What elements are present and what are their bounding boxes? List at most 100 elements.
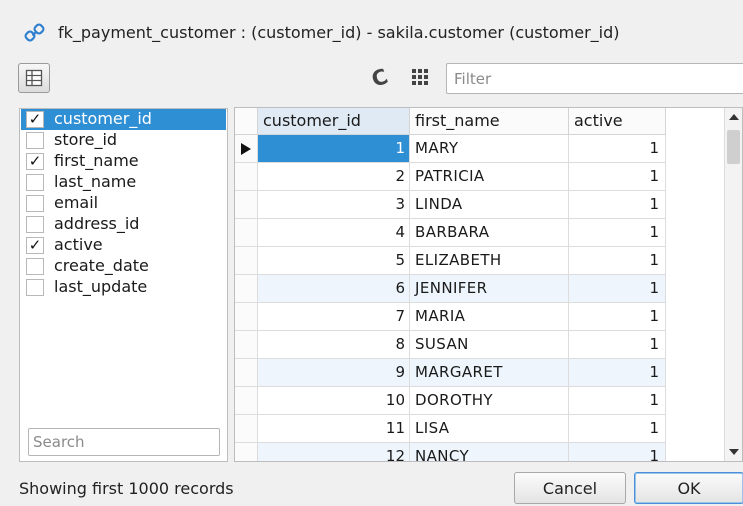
table-row[interactable]: 12 NANCY 1 xyxy=(235,443,666,461)
column-checkbox[interactable] xyxy=(26,279,44,296)
table-row[interactable]: 10 DOROTHY 1 xyxy=(235,387,666,415)
vertical-scrollbar[interactable] xyxy=(724,108,742,461)
cell-customer-id[interactable]: 5 xyxy=(258,247,410,275)
scroll-up-arrow-icon[interactable] xyxy=(729,114,739,120)
row-header[interactable] xyxy=(235,331,258,359)
cell-active[interactable]: 1 xyxy=(569,275,666,303)
cell-active[interactable]: 1 xyxy=(569,163,666,191)
header-first-name[interactable]: first_name xyxy=(410,108,569,135)
filter-input[interactable] xyxy=(446,63,743,94)
row-header[interactable] xyxy=(235,387,258,415)
refresh-button[interactable]: C xyxy=(366,64,394,92)
cell-customer-id[interactable]: 7 xyxy=(258,303,410,331)
table-row[interactable]: 7 MARIA 1 xyxy=(235,303,666,331)
cell-first-name[interactable]: LINDA xyxy=(410,191,569,219)
row-header[interactable] xyxy=(235,135,258,163)
column-item-active[interactable]: ✓ active xyxy=(21,235,226,256)
column-checkbox[interactable]: ✓ xyxy=(26,153,44,170)
cell-active[interactable]: 1 xyxy=(569,191,666,219)
cell-customer-id[interactable]: 11 xyxy=(258,415,410,443)
column-checkbox[interactable] xyxy=(26,195,44,212)
cell-customer-id[interactable]: 6 xyxy=(258,275,410,303)
cell-active[interactable]: 1 xyxy=(569,359,666,387)
column-checkbox[interactable] xyxy=(26,258,44,275)
cell-active[interactable]: 1 xyxy=(569,303,666,331)
table-row[interactable]: 1 MARY 1 xyxy=(235,135,666,163)
column-checkbox[interactable] xyxy=(26,132,44,149)
cell-first-name[interactable]: SUSAN xyxy=(410,331,569,359)
table-row[interactable]: 4 BARBARA 1 xyxy=(235,219,666,247)
cell-customer-id[interactable]: 1 xyxy=(258,135,410,163)
column-label: last_update xyxy=(54,277,148,296)
cell-first-name[interactable]: DOROTHY xyxy=(410,387,569,415)
column-item-last-name[interactable]: last_name xyxy=(21,172,226,193)
header-gutter xyxy=(235,108,258,135)
row-header[interactable] xyxy=(235,415,258,443)
cancel-button[interactable]: Cancel xyxy=(514,472,626,504)
header-customer-id[interactable]: customer_id xyxy=(258,108,410,135)
cell-first-name[interactable]: BARBARA xyxy=(410,219,569,247)
row-header[interactable] xyxy=(235,163,258,191)
row-header[interactable] xyxy=(235,443,258,461)
cell-customer-id[interactable]: 3 xyxy=(258,191,410,219)
table-row[interactable]: 6 JENNIFER 1 xyxy=(235,275,666,303)
table-row[interactable]: 8 SUSAN 1 xyxy=(235,331,666,359)
column-item-address-id[interactable]: address_id xyxy=(21,214,226,235)
column-checkbox[interactable] xyxy=(26,216,44,233)
table-row[interactable]: 11 LISA 1 xyxy=(235,415,666,443)
scroll-down-arrow-icon[interactable] xyxy=(729,449,739,455)
row-header[interactable] xyxy=(235,191,258,219)
table-row[interactable]: 5 ELIZABETH 1 xyxy=(235,247,666,275)
cell-first-name[interactable]: PATRICIA xyxy=(410,163,569,191)
cell-first-name[interactable]: MARY xyxy=(410,135,569,163)
cell-first-name[interactable]: NANCY xyxy=(410,443,569,461)
column-item-email[interactable]: email xyxy=(21,193,226,214)
cell-customer-id[interactable]: 12 xyxy=(258,443,410,461)
columns-panel-toggle-button[interactable] xyxy=(18,63,50,93)
cell-active[interactable]: 1 xyxy=(569,387,666,415)
cell-active[interactable]: 1 xyxy=(569,219,666,247)
cell-customer-id[interactable]: 4 xyxy=(258,219,410,247)
row-header[interactable] xyxy=(235,359,258,387)
table-row[interactable]: 3 LINDA 1 xyxy=(235,191,666,219)
column-label: customer_id xyxy=(54,109,152,128)
column-checkbox[interactable]: ✓ xyxy=(26,237,44,254)
cell-active[interactable]: 1 xyxy=(569,135,666,163)
table-row[interactable]: 2 PATRICIA 1 xyxy=(235,163,666,191)
cell-first-name[interactable]: ELIZABETH xyxy=(410,247,569,275)
cell-active[interactable]: 1 xyxy=(569,415,666,443)
cell-active[interactable]: 1 xyxy=(569,247,666,275)
link-icon xyxy=(24,23,45,42)
grid-view-button[interactable] xyxy=(409,66,431,88)
cell-first-name[interactable]: MARIA xyxy=(410,303,569,331)
ok-button[interactable]: OK xyxy=(634,472,743,504)
cell-active[interactable]: 1 xyxy=(569,443,666,461)
column-list: ✓ customer_id store_id ✓ first_name last_name… xyxy=(19,108,228,462)
table-row[interactable]: 9 MARGARET 1 xyxy=(235,359,666,387)
column-item-last-update[interactable]: last_update xyxy=(21,277,226,298)
cell-customer-id[interactable]: 8 xyxy=(258,331,410,359)
scroll-thumb[interactable] xyxy=(727,130,740,164)
column-item-first-name[interactable]: ✓ first_name xyxy=(21,151,226,172)
column-label: create_date xyxy=(54,256,149,275)
cell-customer-id[interactable]: 2 xyxy=(258,163,410,191)
cell-first-name[interactable]: MARGARET xyxy=(410,359,569,387)
column-label: last_name xyxy=(54,172,137,191)
header-active[interactable]: active xyxy=(569,108,666,135)
row-header[interactable] xyxy=(235,219,258,247)
column-item-customer-id[interactable]: ✓ customer_id xyxy=(21,109,226,130)
column-checkbox[interactable] xyxy=(26,174,44,191)
cell-first-name[interactable]: JENNIFER xyxy=(410,275,569,303)
column-item-create-date[interactable]: create_date xyxy=(21,256,226,277)
search-input[interactable] xyxy=(28,428,220,456)
cell-first-name[interactable]: LISA xyxy=(410,415,569,443)
cell-customer-id[interactable]: 10 xyxy=(258,387,410,415)
column-item-store-id[interactable]: store_id xyxy=(21,130,226,151)
row-header[interactable] xyxy=(235,247,258,275)
column-checkbox[interactable]: ✓ xyxy=(26,111,44,128)
cell-customer-id[interactable]: 9 xyxy=(258,359,410,387)
window-title: fk_payment_customer : (customer_id) - sa… xyxy=(58,23,620,42)
cell-active[interactable]: 1 xyxy=(569,331,666,359)
row-header[interactable] xyxy=(235,303,258,331)
row-header[interactable] xyxy=(235,275,258,303)
